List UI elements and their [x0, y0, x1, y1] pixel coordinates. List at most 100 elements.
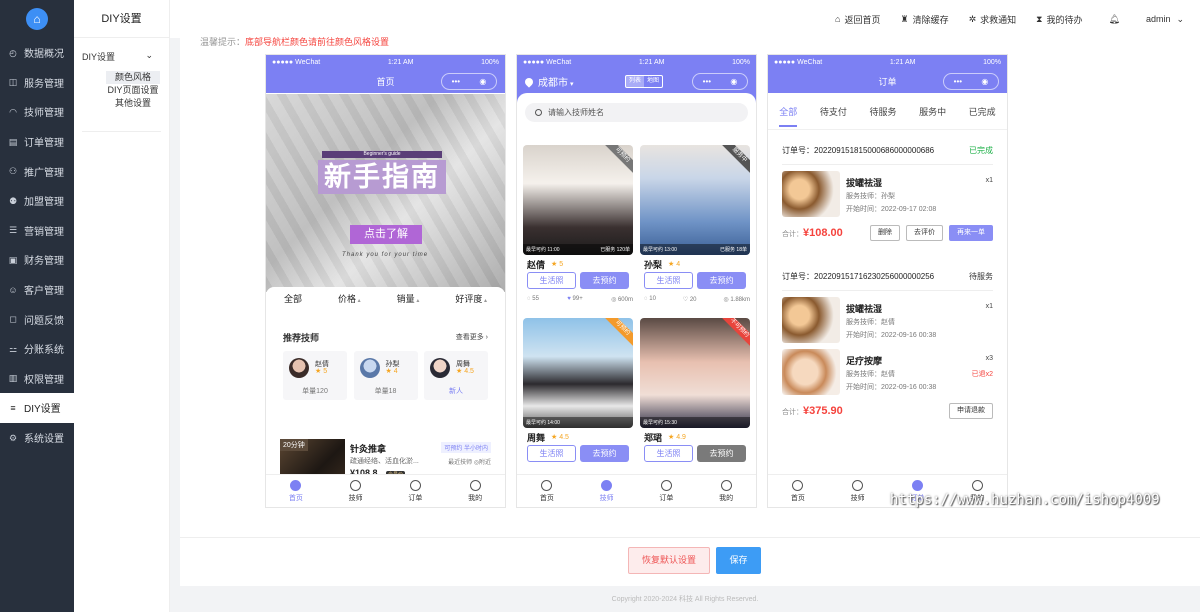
chevron-down-icon: ⌄	[145, 50, 153, 60]
tab-home[interactable]: 首页	[266, 475, 326, 507]
refund-button[interactable]: 申请退款	[949, 403, 993, 419]
tab-pending-service[interactable]: 待服务	[869, 105, 896, 118]
photo-info: 最早可约 14:00	[523, 417, 633, 428]
topbar-clear-cache[interactable]: ♜ 清除缓存	[901, 13, 949, 26]
order-card[interactable]: 订单号：202209151716230256000000256 待服务 拔罐祛湿 …	[782, 271, 993, 421]
capsule-menu[interactable]: ••• ◉	[943, 73, 999, 90]
status-bar: ●●●●● WeChat 1:21 AM 100%	[517, 55, 756, 70]
user-menu[interactable]: admin ⌄	[1146, 14, 1184, 25]
capsule-menu[interactable]: ••• ◉	[441, 73, 497, 90]
mode-list[interactable]: 列表	[626, 76, 645, 87]
tech-grid-card[interactable]: 可预约 最早可约 11:00 已服务 120单 赵倩 ★ 5 生活照 去预约 ◌ 55 ♥…	[523, 145, 633, 315]
order-item[interactable]: 拔罐祛湿 x1 服务技师：孙梨 开始时间：2022-09-17 02:08	[782, 171, 993, 223]
order-item[interactable]: 足疗按摩 x3 服务技师：赵倩 已退x2 开始时间：2022-09-16 00:…	[782, 349, 993, 401]
book-button[interactable]: 去预约	[697, 445, 746, 462]
view-mode-toggle[interactable]: 列表 地图	[625, 75, 664, 88]
tech-card[interactable]: 赵倩 ★ 5 单量120	[283, 351, 347, 400]
sidebar-item-promotion[interactable]: ⚇ 推广管理	[0, 156, 74, 186]
subnav-item-diy-page[interactable]: DIY页面设置	[106, 84, 160, 97]
filter-price[interactable]: 价格 ▴	[338, 292, 361, 305]
life-photo-button[interactable]: 生活照	[527, 272, 576, 289]
sidebar-item-finance[interactable]: ▣ 财务管理	[0, 245, 74, 275]
sidebar-item-franchise[interactable]: ⚉ 加盟管理	[0, 186, 74, 216]
banner-button[interactable]: 点击了解	[350, 225, 422, 244]
life-photo-button[interactable]: 生活照	[644, 445, 693, 462]
banner-tag: Beginner's guide	[322, 151, 442, 158]
technician-icon	[852, 479, 864, 491]
sidebar-item-split[interactable]: ⚍ 分账系统	[0, 334, 74, 364]
bookable-badge: 可预约 半小时内	[441, 442, 491, 453]
review-button[interactable]: 去评价	[906, 225, 943, 241]
tab-technician[interactable]: 技师	[326, 475, 386, 507]
tab-in-service[interactable]: 服务中	[919, 105, 946, 118]
phone-preview-order[interactable]: ●●●●● WeChat 1:21 AM 100% 订单 ••• ◉ 全部 待支付 待服…	[767, 54, 1008, 508]
order-item[interactable]: 拔罐祛湿 x1 服务技师：赵倩 开始时间：2022-09-16 00:38	[782, 297, 993, 349]
tech-grid-card[interactable]: 可预约 最早可约 14:00 周舞 ★ 4.5 生活照 去预约	[523, 318, 633, 488]
sidebar-item-service[interactable]: ◫ 服务管理	[0, 68, 74, 98]
filter-sales[interactable]: 销量 ▴	[397, 292, 420, 305]
tech-card[interactable]: 周舞 ★ 4.5 新人	[424, 351, 488, 400]
tab-done[interactable]: 已完成	[969, 105, 996, 118]
status-bar: ●●●●● WeChat 1:21 AM 100%	[266, 55, 505, 70]
sidebar-item-marketing[interactable]: ☰ 营销管理	[0, 216, 74, 246]
life-photo-button[interactable]: 生活照	[527, 445, 576, 462]
tab-all[interactable]: 全部	[779, 105, 798, 127]
tab-home[interactable]: 首页	[517, 475, 577, 507]
life-photo-button[interactable]: 生活照	[644, 272, 693, 289]
order-card[interactable]: 订单号：202209151815000686000000686 已完成 拔罐祛湿 …	[782, 145, 993, 243]
sidebar-item-customer[interactable]: ☺ 客户管理	[0, 275, 74, 305]
subnav-item-other[interactable]: 其他设置	[106, 97, 160, 110]
subnav-group[interactable]: DIY设置 ⌄	[74, 38, 169, 71]
service-image	[782, 349, 840, 395]
book-button[interactable]: 去预约	[580, 445, 629, 462]
tab-order[interactable]: 订单	[386, 475, 446, 507]
home-icon	[541, 479, 553, 491]
city-select[interactable]: 成都市 ▾	[538, 74, 573, 89]
tech-photo: 可预约 最早可约 14:00	[523, 318, 633, 428]
sidebar-item-dashboard[interactable]: ◴ 数据概况	[0, 38, 74, 68]
logo[interactable]: ⌂	[0, 0, 74, 38]
sidebar-item-order[interactable]: ▤ 订单管理	[0, 127, 74, 157]
capsule-menu[interactable]: ••• ◉	[692, 73, 748, 90]
delete-button[interactable]: 删除	[870, 225, 900, 241]
subnav-item-color-style[interactable]: 颜色风格	[106, 71, 160, 84]
home-icon	[290, 479, 302, 491]
more-link[interactable]: 查看更多 ›	[456, 332, 488, 342]
tab-home[interactable]: 首页	[768, 475, 828, 507]
diy-icon: ≡	[10, 402, 16, 413]
book-button[interactable]: 去预约	[697, 272, 746, 289]
sidebar-item-feedback[interactable]: ◻ 问题反馈	[0, 304, 74, 334]
save-button[interactable]: 保存	[716, 547, 761, 574]
banner[interactable]: Beginner's guide 新手指南 点击了解 Thank you for…	[266, 94, 505, 292]
reorder-button[interactable]: 再来一单	[949, 225, 993, 241]
sidebar-item-diy[interactable]: ≡ DIY设置	[0, 393, 74, 423]
sidebar-item-technician[interactable]: ◠ 技师管理	[0, 97, 74, 127]
tab-technician[interactable]: 技师	[577, 475, 637, 507]
tab-pending-pay[interactable]: 待支付	[820, 105, 847, 118]
customer-icon: ☺	[8, 284, 18, 295]
search-input[interactable]: 请输入技师姓名	[525, 103, 748, 122]
tech-grid-card[interactable]: 不可预约 最早可约 15:30 郑珺 ★ 4.9 生活照 去预约	[640, 318, 750, 488]
tab-mine[interactable]: 我的	[445, 475, 505, 507]
tech-card[interactable]: 孙梨 ★ 4 单量18	[353, 351, 418, 400]
topbar-todo[interactable]: ⧗ 我的待办	[1036, 13, 1082, 26]
tech-grid-card[interactable]: 服务中 最早可约 13:00 已服务 18单 孙梨 ★ 4 生活照 去预约 ◌ 10 ♡ …	[640, 145, 750, 315]
watermark: https://www.huzhan.com/ishop4009	[890, 492, 1160, 508]
tab-technician[interactable]: 技师	[828, 475, 888, 507]
order-icon	[660, 479, 672, 491]
topbar-home-link[interactable]: ⌂ 返回首页	[835, 13, 880, 26]
order-icon: ▤	[8, 136, 18, 147]
tab-order[interactable]: 订单	[637, 475, 697, 507]
mode-map[interactable]: 地图	[644, 76, 662, 87]
topbar-sos-notice[interactable]: ✲ 求救通知	[969, 13, 1017, 26]
phone-preview-technician[interactable]: ●●●●● WeChat 1:21 AM 100% 成都市 ▾ 列表 地图 ••• ◉ …	[516, 54, 757, 508]
sidebar-item-system[interactable]: ⚙ 系统设置	[0, 423, 74, 453]
bell-icon[interactable]: 🔔︎	[1109, 14, 1120, 25]
filter-rating[interactable]: 好评度 ▴	[455, 292, 487, 305]
filter-all[interactable]: 全部	[284, 292, 302, 305]
book-button[interactable]: 去预约	[580, 272, 629, 289]
sidebar-item-permission[interactable]: ▥ 权限管理	[0, 364, 74, 394]
tab-mine[interactable]: 我的	[696, 475, 756, 507]
reset-default-button[interactable]: 恢复默认设置	[628, 547, 710, 574]
phone-preview-home[interactable]: ●●●●● WeChat 1:21 AM 100% 首页 ••• ◉ Beginner'…	[265, 54, 506, 508]
